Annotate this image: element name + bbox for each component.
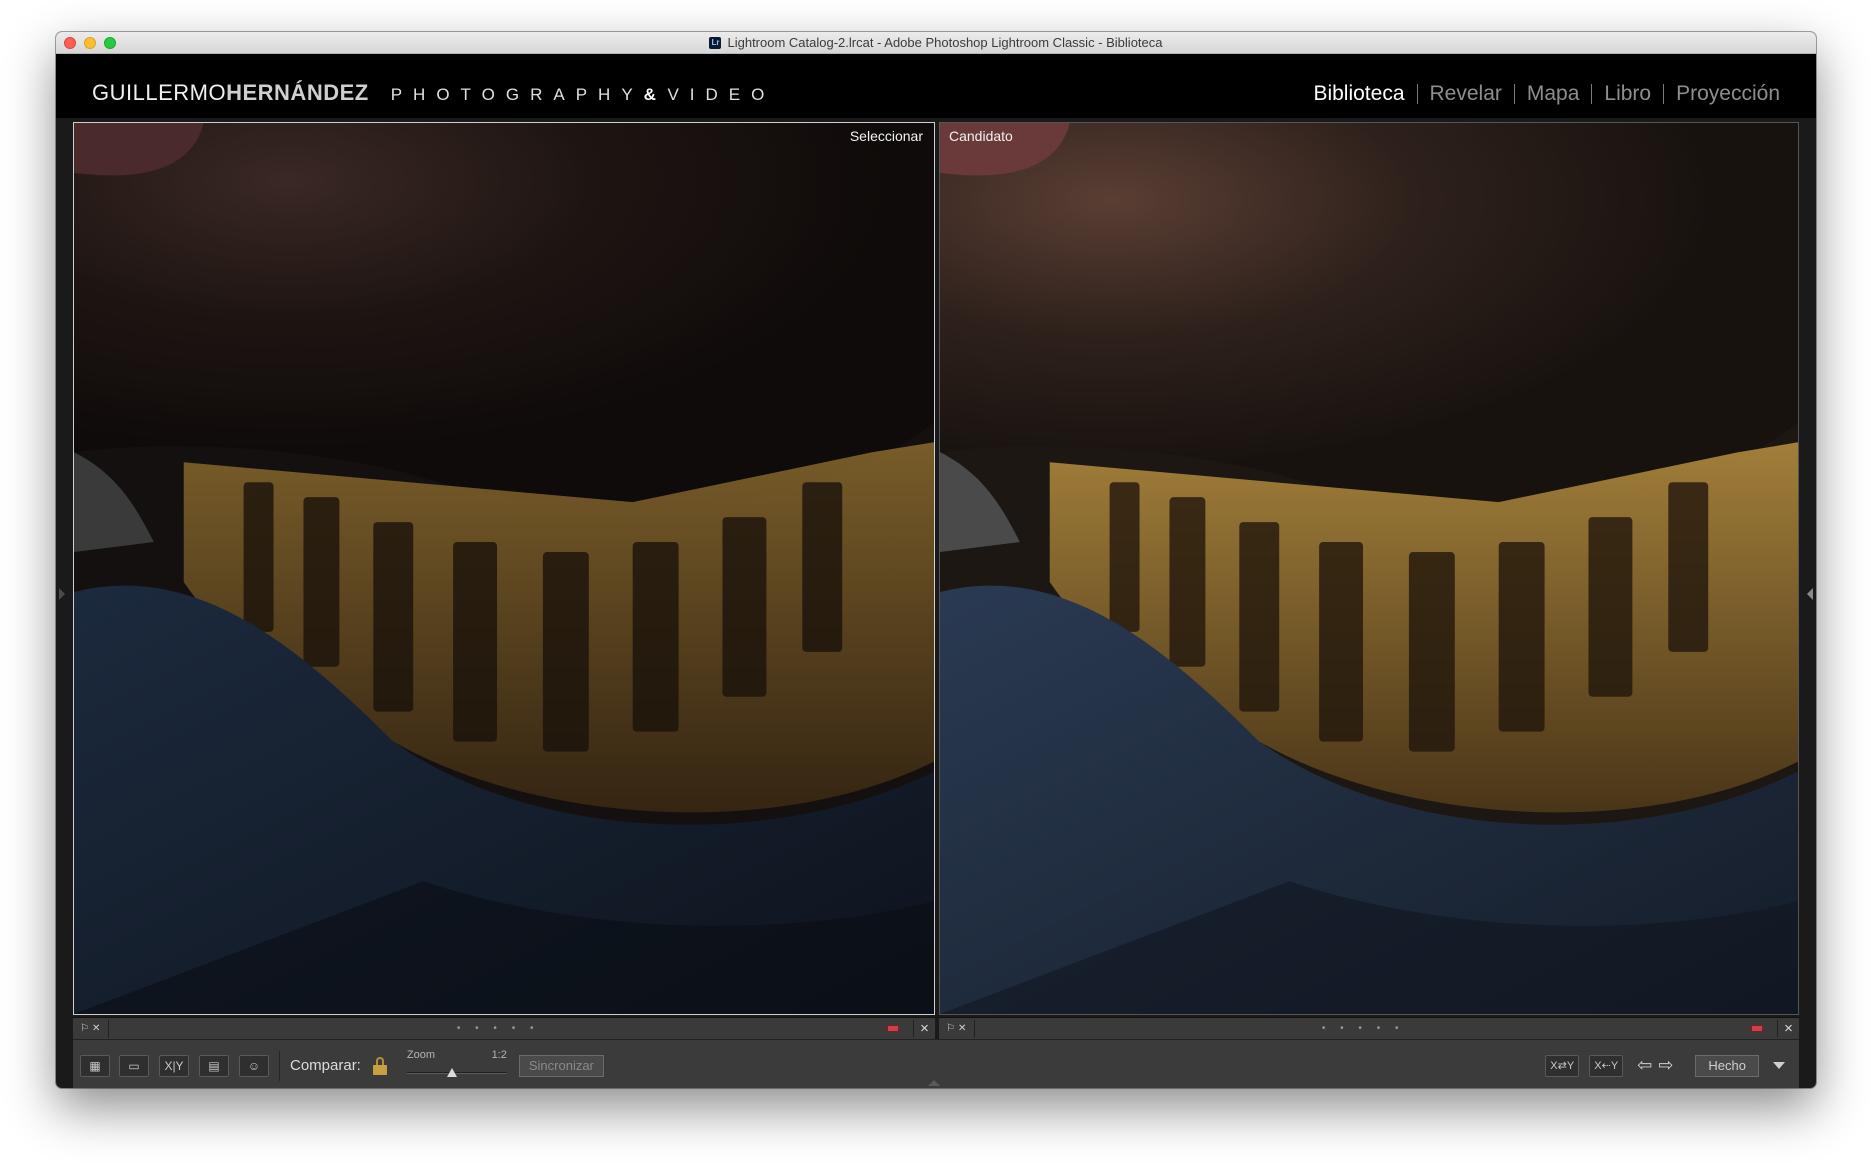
right-panel-toggle-icon[interactable]	[1807, 588, 1813, 600]
people-view-icon[interactable]: ☺	[239, 1054, 269, 1077]
zoom-control: Zoom 1:2	[406, 1048, 507, 1083]
select-photo-image	[74, 123, 934, 1014]
select-photo-pane[interactable]: Seleccionar	[73, 122, 935, 1015]
brand-last-name: HERNÁNDEZ	[226, 80, 369, 105]
color-label-red[interactable]	[887, 1025, 899, 1032]
module-biblioteca[interactable]: Biblioteca	[1301, 82, 1416, 106]
compare-view: Seleccionar Candidato ⚐ ✕ • • • • • × ⚐ …	[73, 122, 1799, 1088]
right-arrow-icon[interactable]: ⇨	[1658, 1055, 1673, 1076]
window-title: Lightroom Catalog-2.lrcat - Adobe Photos…	[727, 35, 1163, 50]
module-picker: Biblioteca Revelar Mapa Libro Proyección	[1301, 82, 1792, 106]
close-icon[interactable]: ×	[913, 1020, 935, 1037]
zoom-slider-track[interactable]	[406, 1071, 507, 1074]
close-icon[interactable]: ×	[1777, 1020, 1799, 1037]
compare-view-icon[interactable]: X|Y	[159, 1054, 189, 1077]
reject-icon[interactable]: ✕	[958, 1023, 966, 1034]
grid-view-icon[interactable]: ▦	[80, 1054, 110, 1077]
candidate-photo-pane[interactable]: Candidato	[939, 122, 1799, 1015]
title-bar: Lr Lightroom Catalog-2.lrcat - Adobe Pho…	[56, 32, 1816, 54]
candidate-photo	[940, 123, 1798, 1014]
lightroom-app-icon: Lr	[709, 36, 722, 49]
flag-icon[interactable]: ⚐	[80, 1023, 89, 1034]
lock-icon[interactable]	[372, 1056, 387, 1075]
zoom-label: Zoom	[406, 1048, 435, 1061]
candidate-label: Candidato	[949, 128, 1013, 144]
brand-first-name: GUILLERMO	[92, 80, 227, 105]
select-pane-footer: ⚐ ✕ • • • • • ×	[73, 1017, 935, 1039]
left-panel-toggle-icon[interactable]	[59, 588, 65, 600]
swap-icon[interactable]: X⇄Y	[1545, 1054, 1580, 1077]
identity-plate-bar: GUILLERMO HERNÁNDEZ PHOTOGRAPHY & VIDEO …	[56, 54, 1816, 118]
compare-label: Comparar:	[290, 1057, 361, 1074]
lightroom-window: Lr Lightroom Catalog-2.lrcat - Adobe Pho…	[56, 32, 1816, 1088]
module-libro[interactable]: Libro	[1592, 82, 1663, 106]
select-photo	[74, 123, 934, 1014]
candidate-pane-footer: ⚐ ✕ • • • • • ×	[939, 1017, 1799, 1039]
window-controls	[64, 37, 116, 49]
module-proyeccion[interactable]: Proyección	[1664, 82, 1792, 106]
rating-dots[interactable]: • • • • •	[975, 1023, 1751, 1034]
brand-ampersand: &	[643, 85, 657, 104]
module-mapa[interactable]: Mapa	[1515, 82, 1592, 106]
zoom-value: 1:2	[491, 1048, 507, 1061]
loupe-view-icon[interactable]: ▭	[119, 1054, 149, 1077]
module-revelar[interactable]: Revelar	[1418, 82, 1514, 106]
bottom-panel-toggle-icon[interactable]	[928, 1080, 940, 1086]
zoom-window-button[interactable]	[104, 37, 116, 49]
left-arrow-icon[interactable]: ⇦	[1637, 1055, 1652, 1076]
brand-video: VIDEO	[667, 85, 776, 104]
select-label: Seleccionar	[849, 128, 923, 144]
survey-view-icon[interactable]: ▤	[199, 1054, 229, 1077]
zoom-slider-thumb[interactable]	[446, 1067, 457, 1077]
toolbar-separator	[279, 1050, 280, 1081]
color-label-red[interactable]	[1751, 1025, 1763, 1032]
sync-button[interactable]: Sincronizar	[518, 1054, 604, 1077]
select-flag-controls: ⚐ ✕	[73, 1023, 100, 1034]
candidate-flag-controls: ⚐ ✕	[939, 1023, 966, 1034]
identity-plate[interactable]: GUILLERMO HERNÁNDEZ PHOTOGRAPHY & VIDEO	[92, 80, 775, 106]
brand-photography: PHOTOGRAPHY	[390, 85, 644, 104]
minimize-window-button[interactable]	[84, 37, 96, 49]
chevron-down-icon[interactable]	[1773, 1062, 1785, 1069]
flag-icon[interactable]: ⚐	[946, 1023, 955, 1034]
reject-icon[interactable]: ✕	[92, 1023, 100, 1034]
rating-dots[interactable]: • • • • •	[109, 1023, 887, 1034]
done-button[interactable]: Hecho	[1695, 1054, 1759, 1077]
close-window-button[interactable]	[64, 37, 76, 49]
candidate-photo-image	[940, 123, 1798, 1014]
make-select-icon[interactable]: X⇠Y	[1589, 1054, 1624, 1077]
